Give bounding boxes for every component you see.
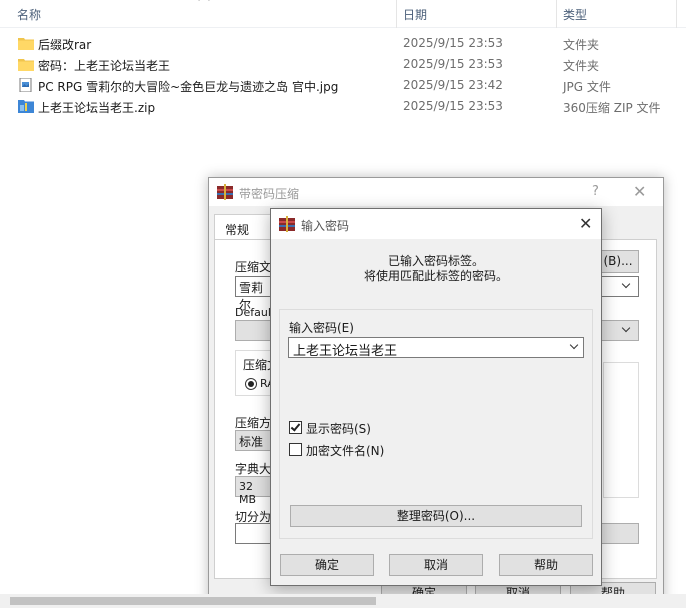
column-separator[interactable]: [556, 0, 557, 28]
split-field[interactable]: [235, 523, 271, 544]
file-name: 后缀改rar: [38, 38, 92, 52]
column-header: 名称 日期 类型: [0, 0, 686, 28]
column-type[interactable]: 类型: [563, 6, 587, 23]
file-row[interactable]: 上老王论坛当老王.zip 2025/9/15 23:53 360压缩 ZIP 文…: [0, 96, 686, 117]
show-password-checkbox[interactable]: [289, 421, 302, 434]
chevron-down-icon[interactable]: [569, 340, 579, 350]
file-type: 文件夹: [563, 38, 600, 52]
scrollbar-thumb[interactable]: [10, 597, 376, 605]
column-separator[interactable]: [396, 0, 397, 28]
chevron-down-icon: [621, 279, 631, 289]
options-list: [603, 362, 639, 498]
browse-button[interactable]: (B)...: [597, 250, 639, 273]
message-line-2: 将使用匹配此标签的密码。: [363, 269, 508, 283]
profile-dropdown-arrow[interactable]: [601, 320, 639, 341]
file-row[interactable]: PC RPG 雪莉尔的大冒险~金色巨龙与遗迹之岛 官中.jpg 2025/9/1…: [0, 75, 686, 96]
tab-general[interactable]: 常规: [214, 214, 272, 240]
split-dropdown[interactable]: [601, 523, 639, 544]
password-dialog-titlebar[interactable]: 输入密码 ✕: [271, 209, 601, 239]
check-icon: [290, 421, 301, 432]
archive-dialog-titlebar[interactable]: 带密码压缩 ? ✕: [209, 178, 663, 206]
dictionary-dropdown[interactable]: 32 MB: [235, 476, 271, 506]
format-radio-rar[interactable]: [245, 378, 257, 390]
winrar-icon: [279, 216, 295, 232]
chevron-down-icon: [621, 323, 631, 333]
close-icon[interactable]: ✕: [633, 182, 646, 201]
file-name: PC RPG 雪莉尔的大冒险~金色巨龙与遗迹之岛 官中.jpg: [38, 80, 339, 94]
encrypt-names-label: 加密文件名(N): [306, 444, 385, 458]
file-name: 密码：上老王论坛当老王: [38, 59, 171, 73]
file-date: 2025/9/15 23:53: [403, 57, 503, 71]
profile-dropdown[interactable]: [235, 320, 271, 341]
image-file-icon: [19, 78, 32, 92]
file-date: 2025/9/15 23:53: [403, 99, 503, 113]
sort-caret-icon: [198, 0, 210, 6]
method-dropdown[interactable]: 标准: [235, 430, 271, 451]
file-date: 2025/9/15 23:42: [403, 78, 503, 92]
password-input[interactable]: 上老王论坛当老王: [288, 337, 584, 359]
ok-button[interactable]: 确定: [280, 554, 374, 576]
help-button[interactable]: 帮助: [499, 554, 593, 576]
show-password-label: 显示密码(S): [306, 422, 371, 436]
file-row[interactable]: 密码：上老王论坛当老王 2025/9/15 23:53 文件夹: [0, 54, 686, 75]
file-type: JPG 文件: [563, 80, 611, 94]
password-value: 上老王论坛当老王: [293, 344, 398, 359]
password-dialog: 输入密码 ✕ 已输入密码标签。 将使用匹配此标签的密码。 输入密码(E) 上老王…: [270, 208, 602, 586]
close-icon[interactable]: ✕: [579, 214, 592, 233]
file-type: 360压缩 ZIP 文件: [563, 101, 661, 115]
folder-icon: [18, 59, 34, 71]
archive-dialog-title: 带密码压缩: [239, 187, 300, 201]
dictionary-label: 字典大: [235, 462, 272, 476]
column-separator[interactable]: [676, 0, 677, 28]
password-dialog-title: 输入密码: [301, 219, 350, 233]
encrypt-names-checkbox[interactable]: [289, 443, 302, 456]
cancel-button[interactable]: 取消: [389, 554, 483, 576]
zip-file-icon: [18, 100, 34, 113]
folder-icon: [18, 38, 34, 50]
password-label: 输入密码(E): [289, 321, 354, 335]
archive-name-dropdown[interactable]: [601, 276, 639, 297]
winrar-icon: [217, 184, 233, 200]
organize-passwords-button[interactable]: 整理密码(O)...: [290, 505, 582, 527]
tab-general-label: 常规: [225, 223, 250, 237]
column-date[interactable]: 日期: [403, 6, 427, 23]
file-name: 上老王论坛当老王.zip: [38, 101, 156, 115]
file-row[interactable]: 后缀改rar 2025/9/15 23:53 文件夹: [0, 33, 686, 54]
method-label: 压缩方: [235, 416, 272, 430]
file-type: 文件夹: [563, 59, 600, 73]
column-name[interactable]: 名称: [17, 6, 41, 23]
archive-name-label: 压缩文: [235, 260, 272, 274]
archive-name-field[interactable]: 雪莉尔: [235, 276, 271, 312]
help-icon[interactable]: ?: [592, 184, 599, 199]
file-date: 2025/9/15 23:53: [403, 36, 503, 50]
